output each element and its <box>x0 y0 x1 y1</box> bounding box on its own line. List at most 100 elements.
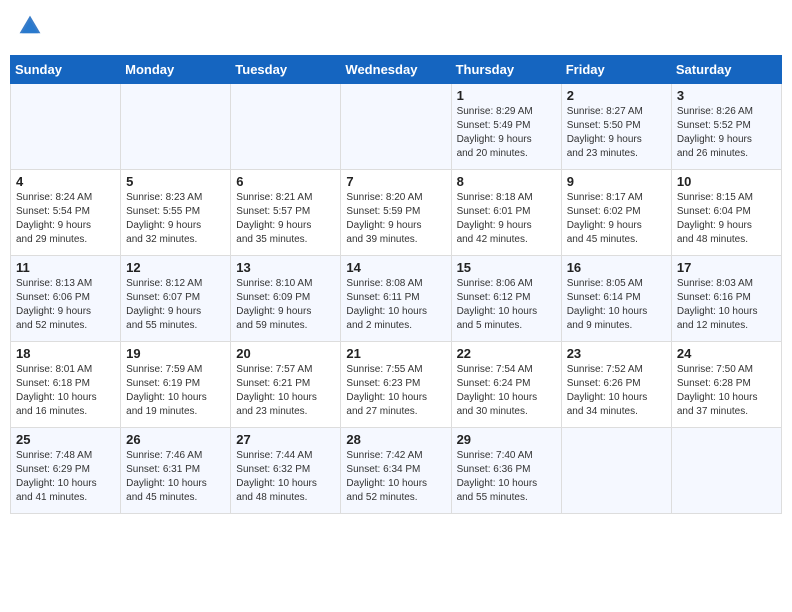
day-number: 4 <box>16 174 115 189</box>
header-cell-sunday: Sunday <box>11 56 121 84</box>
day-number: 5 <box>126 174 225 189</box>
day-cell: 16 Sunrise: 8:05 AM Sunset: 6:14 PM Dayli… <box>561 256 671 342</box>
day-info: Sunrise: 7:42 AM Sunset: 6:34 PM Dayligh… <box>346 449 445 505</box>
day-number: 24 <box>677 346 776 361</box>
day-number: 9 <box>567 174 666 189</box>
day-info: Sunrise: 7:46 AM Sunset: 6:31 PM Dayligh… <box>126 449 225 505</box>
header-cell-thursday: Thursday <box>451 56 561 84</box>
day-number: 26 <box>126 432 225 447</box>
day-cell: 19 Sunrise: 7:59 AM Sunset: 6:19 PM Dayli… <box>121 342 231 428</box>
day-number: 23 <box>567 346 666 361</box>
day-info: Sunrise: 8:20 AM Sunset: 5:59 PM Dayligh… <box>346 191 445 247</box>
week-row-2: 11 Sunrise: 8:13 AM Sunset: 6:06 PM Dayli… <box>11 256 782 342</box>
day-info: Sunrise: 8:26 AM Sunset: 5:52 PM Dayligh… <box>677 105 776 161</box>
calendar-body: 1Sunrise: 8:29 AM Sunset: 5:49 PM Daylig… <box>11 84 782 514</box>
day-number: 21 <box>346 346 445 361</box>
day-info: Sunrise: 8:29 AM Sunset: 5:49 PM Dayligh… <box>457 105 556 161</box>
day-number: 20 <box>236 346 335 361</box>
day-info: Sunrise: 8:13 AM Sunset: 6:06 PM Dayligh… <box>16 277 115 333</box>
header-cell-friday: Friday <box>561 56 671 84</box>
day-number: 28 <box>346 432 445 447</box>
day-number: 10 <box>677 174 776 189</box>
day-number: 19 <box>126 346 225 361</box>
day-number: 25 <box>16 432 115 447</box>
day-info: Sunrise: 8:05 AM Sunset: 6:14 PM Dayligh… <box>567 277 666 333</box>
day-cell: 7 Sunrise: 8:20 AM Sunset: 5:59 PM Daylig… <box>341 170 451 256</box>
day-info: Sunrise: 8:18 AM Sunset: 6:01 PM Dayligh… <box>457 191 556 247</box>
day-info: Sunrise: 7:44 AM Sunset: 6:32 PM Dayligh… <box>236 449 335 505</box>
day-cell <box>11 84 121 170</box>
day-info: Sunrise: 7:59 AM Sunset: 6:19 PM Dayligh… <box>126 363 225 419</box>
day-cell: 27Sunrise: 7:44 AM Sunset: 6:32 PM Dayli… <box>231 428 341 514</box>
day-cell: 10 Sunrise: 8:15 AM Sunset: 6:04 PM Dayli… <box>671 170 781 256</box>
day-info: Sunrise: 7:57 AM Sunset: 6:21 PM Dayligh… <box>236 363 335 419</box>
day-cell: 15 Sunrise: 8:06 AM Sunset: 6:12 PM Dayli… <box>451 256 561 342</box>
day-info: Sunrise: 7:40 AM Sunset: 6:36 PM Dayligh… <box>457 449 556 505</box>
day-number: 13 <box>236 260 335 275</box>
day-info: Sunrise: 7:54 AM Sunset: 6:24 PM Dayligh… <box>457 363 556 419</box>
week-row-3: 18 Sunrise: 8:01 AM Sunset: 6:18 PM Dayli… <box>11 342 782 428</box>
day-info: Sunrise: 7:50 AM Sunset: 6:28 PM Dayligh… <box>677 363 776 419</box>
day-cell: 21 Sunrise: 7:55 AM Sunset: 6:23 PM Dayli… <box>341 342 451 428</box>
day-cell: 24 Sunrise: 7:50 AM Sunset: 6:28 PM Dayli… <box>671 342 781 428</box>
calendar-table: SundayMondayTuesdayWednesdayThursdayFrid… <box>10 55 782 514</box>
day-number: 7 <box>346 174 445 189</box>
day-cell: 13Sunrise: 8:10 AM Sunset: 6:09 PM Dayli… <box>231 256 341 342</box>
day-number: 3 <box>677 88 776 103</box>
week-row-0: 1Sunrise: 8:29 AM Sunset: 5:49 PM Daylig… <box>11 84 782 170</box>
day-info: Sunrise: 8:23 AM Sunset: 5:55 PM Dayligh… <box>126 191 225 247</box>
day-cell: 8 Sunrise: 8:18 AM Sunset: 6:01 PM Daylig… <box>451 170 561 256</box>
day-info: Sunrise: 8:27 AM Sunset: 5:50 PM Dayligh… <box>567 105 666 161</box>
day-cell <box>231 84 341 170</box>
day-cell <box>121 84 231 170</box>
week-row-1: 4 Sunrise: 8:24 AM Sunset: 5:54 PM Daylig… <box>11 170 782 256</box>
day-cell: 26 Sunrise: 7:46 AM Sunset: 6:31 PM Dayli… <box>121 428 231 514</box>
day-info: Sunrise: 8:15 AM Sunset: 6:04 PM Dayligh… <box>677 191 776 247</box>
day-number: 17 <box>677 260 776 275</box>
header-cell-saturday: Saturday <box>671 56 781 84</box>
day-number: 8 <box>457 174 556 189</box>
day-cell: 23 Sunrise: 7:52 AM Sunset: 6:26 PM Dayli… <box>561 342 671 428</box>
day-cell <box>561 428 671 514</box>
header-cell-tuesday: Tuesday <box>231 56 341 84</box>
day-cell: 12Sunrise: 8:12 AM Sunset: 6:07 PM Dayli… <box>121 256 231 342</box>
day-cell: 17 Sunrise: 8:03 AM Sunset: 6:16 PM Dayli… <box>671 256 781 342</box>
day-cell: 14Sunrise: 8:08 AM Sunset: 6:11 PM Dayli… <box>341 256 451 342</box>
day-cell: 1Sunrise: 8:29 AM Sunset: 5:49 PM Daylig… <box>451 84 561 170</box>
day-cell: 25 Sunrise: 7:48 AM Sunset: 6:29 PM Dayli… <box>11 428 121 514</box>
day-info: Sunrise: 7:48 AM Sunset: 6:29 PM Dayligh… <box>16 449 115 505</box>
day-number: 16 <box>567 260 666 275</box>
calendar-header: SundayMondayTuesdayWednesdayThursdayFrid… <box>11 56 782 84</box>
day-cell: 22 Sunrise: 7:54 AM Sunset: 6:24 PM Dayli… <box>451 342 561 428</box>
day-info: Sunrise: 7:52 AM Sunset: 6:26 PM Dayligh… <box>567 363 666 419</box>
day-info: Sunrise: 7:55 AM Sunset: 6:23 PM Dayligh… <box>346 363 445 419</box>
header-row: SundayMondayTuesdayWednesdayThursdayFrid… <box>11 56 782 84</box>
day-info: Sunrise: 8:12 AM Sunset: 6:07 PM Dayligh… <box>126 277 225 333</box>
day-cell: 4 Sunrise: 8:24 AM Sunset: 5:54 PM Daylig… <box>11 170 121 256</box>
day-number: 22 <box>457 346 556 361</box>
day-cell <box>671 428 781 514</box>
day-cell: 5 Sunrise: 8:23 AM Sunset: 5:55 PM Daylig… <box>121 170 231 256</box>
day-info: Sunrise: 8:01 AM Sunset: 6:18 PM Dayligh… <box>16 363 115 419</box>
day-cell: 20 Sunrise: 7:57 AM Sunset: 6:21 PM Dayli… <box>231 342 341 428</box>
day-info: Sunrise: 8:17 AM Sunset: 6:02 PM Dayligh… <box>567 191 666 247</box>
header-cell-monday: Monday <box>121 56 231 84</box>
day-info: Sunrise: 8:21 AM Sunset: 5:57 PM Dayligh… <box>236 191 335 247</box>
day-info: Sunrise: 8:06 AM Sunset: 6:12 PM Dayligh… <box>457 277 556 333</box>
day-number: 14 <box>346 260 445 275</box>
day-number: 6 <box>236 174 335 189</box>
day-number: 2 <box>567 88 666 103</box>
logo-icon <box>18 14 42 38</box>
day-number: 11 <box>16 260 115 275</box>
day-number: 18 <box>16 346 115 361</box>
day-info: Sunrise: 8:03 AM Sunset: 6:16 PM Dayligh… <box>677 277 776 333</box>
day-cell <box>341 84 451 170</box>
day-cell: 29Sunrise: 7:40 AM Sunset: 6:36 PM Dayli… <box>451 428 561 514</box>
day-info: Sunrise: 8:24 AM Sunset: 5:54 PM Dayligh… <box>16 191 115 247</box>
day-cell: 11 Sunrise: 8:13 AM Sunset: 6:06 PM Dayli… <box>11 256 121 342</box>
logo <box>16 14 44 43</box>
day-cell: 2 Sunrise: 8:27 AM Sunset: 5:50 PM Daylig… <box>561 84 671 170</box>
day-number: 15 <box>457 260 556 275</box>
day-cell: 28 Sunrise: 7:42 AM Sunset: 6:34 PM Dayli… <box>341 428 451 514</box>
day-cell: 18 Sunrise: 8:01 AM Sunset: 6:18 PM Dayli… <box>11 342 121 428</box>
